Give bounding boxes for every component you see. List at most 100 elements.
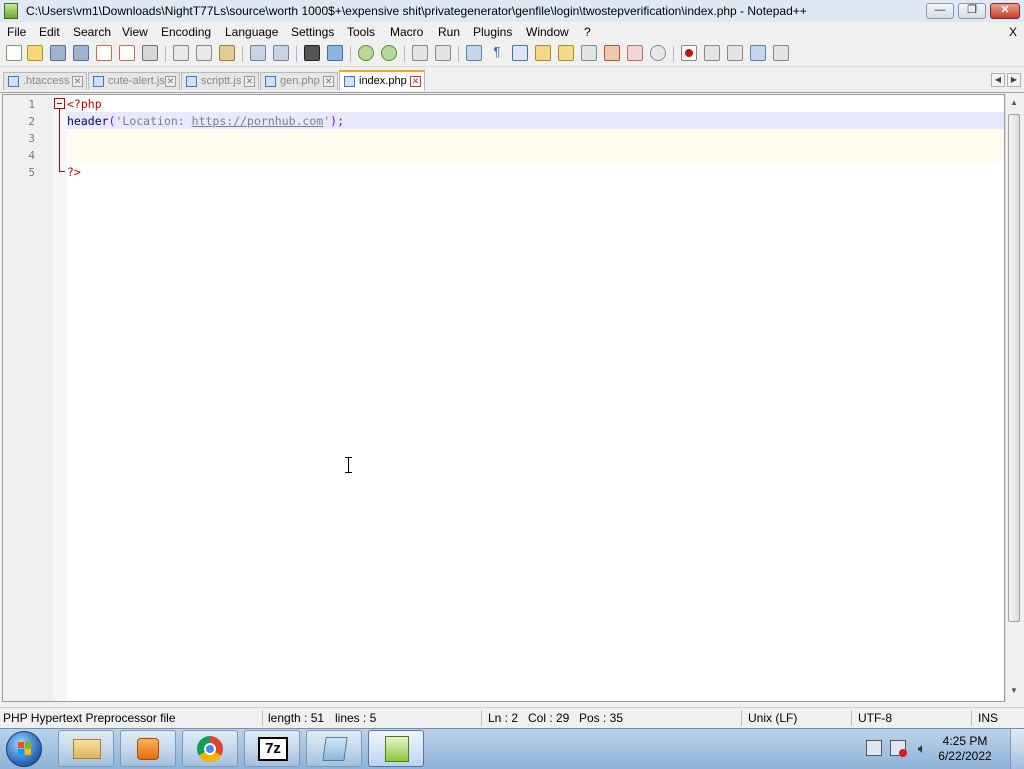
cut-icon[interactable]: [173, 45, 189, 61]
scrollbar-thumb[interactable]: [1008, 114, 1020, 622]
menu-language[interactable]: Language: [225, 25, 278, 39]
taskbar-7zip[interactable]: 7z: [244, 730, 300, 767]
network-icon[interactable]: [890, 740, 907, 757]
volume-icon[interactable]: 🔈︎: [914, 740, 930, 756]
new-file-icon[interactable]: [6, 45, 22, 61]
stop-macro-icon[interactable]: [704, 45, 720, 61]
tab-close-icon[interactable]: ✕: [165, 76, 176, 87]
taskbar-media-player[interactable]: [120, 730, 176, 767]
status-lines: lines : 5: [335, 711, 377, 725]
minimize-button[interactable]: —: [926, 3, 954, 19]
sync-vertical-icon[interactable]: [412, 45, 428, 61]
toolbar-separator: [350, 46, 351, 62]
toolbar-separator: [404, 46, 405, 62]
language-user-icon[interactable]: [535, 45, 551, 61]
close-file-icon[interactable]: [96, 45, 112, 61]
copy-icon[interactable]: [196, 45, 212, 61]
toolbar: ¶: [0, 42, 1024, 67]
monitoring-eye-icon[interactable]: [650, 45, 666, 61]
tab-close-icon[interactable]: ✕: [323, 76, 334, 87]
close-button[interactable]: ✕: [990, 3, 1020, 19]
menu-encoding[interactable]: Encoding: [161, 25, 211, 39]
zoom-in-icon[interactable]: [358, 45, 374, 61]
status-separator: [741, 710, 742, 726]
sync-horizontal-icon[interactable]: [435, 45, 451, 61]
print-icon[interactable]: [142, 45, 158, 61]
document-icon: [8, 76, 19, 87]
status-eol[interactable]: Unix (LF): [748, 711, 797, 725]
status-separator: [851, 710, 852, 726]
close-document-x[interactable]: X: [1009, 25, 1017, 39]
tab-close-icon[interactable]: ✕: [410, 76, 421, 87]
tab-close-icon[interactable]: ✕: [244, 76, 255, 87]
tab-bar: .htaccess ✕ cute-alert.js ✕ scriptt.js ✕…: [0, 70, 1024, 93]
fold-line: [59, 109, 60, 171]
find-icon[interactable]: [304, 45, 320, 61]
open-file-icon[interactable]: [27, 45, 43, 61]
record-macro-icon[interactable]: [681, 45, 697, 61]
scroll-up-icon[interactable]: ▲: [1007, 96, 1021, 110]
start-button[interactable]: [6, 731, 42, 767]
show-all-chars-icon[interactable]: ¶: [489, 45, 505, 61]
save-icon[interactable]: [50, 45, 66, 61]
menu-settings[interactable]: Settings: [291, 25, 334, 39]
taskbar-notepadpp[interactable]: [368, 730, 424, 767]
line-number: 4: [28, 149, 35, 162]
taskbar-chrome[interactable]: [182, 730, 238, 767]
tab-index-php[interactable]: index.php ✕: [339, 70, 425, 91]
taskbar-explorer[interactable]: [58, 730, 114, 767]
paste-icon[interactable]: [219, 45, 235, 61]
indent-guide-icon[interactable]: [512, 45, 528, 61]
vertical-scrollbar[interactable]: ▲ ▼: [1005, 94, 1022, 702]
save-macro-icon[interactable]: [773, 45, 789, 61]
function-list-icon[interactable]: [581, 45, 597, 61]
status-file-type: PHP Hypertext Preprocessor file: [3, 711, 176, 725]
doc-map-icon[interactable]: [558, 45, 574, 61]
close-all-icon[interactable]: [119, 45, 135, 61]
replace-icon[interactable]: [327, 45, 343, 61]
menu-run[interactable]: Run: [438, 25, 460, 39]
taskbar-notepad[interactable]: [306, 730, 362, 767]
url-link[interactable]: https://pornhub.com: [192, 114, 324, 128]
document-icon: [93, 76, 104, 87]
menu-window[interactable]: Window: [526, 25, 569, 39]
tab-scriptt-js[interactable]: scriptt.js ✕: [181, 72, 259, 90]
text-editor[interactable]: 1 2 3 4 5 <?php header('Location: https:…: [2, 94, 1005, 702]
folder-workspace-icon[interactable]: [604, 45, 620, 61]
tab-scroll-left-icon[interactable]: ◀: [991, 73, 1005, 87]
chrome-icon: [197, 736, 223, 762]
save-all-icon[interactable]: [73, 45, 89, 61]
menu-macro[interactable]: Macro: [390, 25, 423, 39]
run-macro-multiple-icon[interactable]: [750, 45, 766, 61]
menu-plugins[interactable]: Plugins: [473, 25, 512, 39]
word-wrap-icon[interactable]: [466, 45, 482, 61]
tab-close-icon[interactable]: ✕: [72, 76, 83, 87]
toolbar-separator: [673, 46, 674, 62]
menu-help[interactable]: ?: [584, 25, 591, 39]
restore-button[interactable]: ❐: [958, 3, 986, 19]
menu-edit[interactable]: Edit: [39, 25, 60, 39]
clock[interactable]: 4:25 PM 6/22/2022: [930, 734, 1000, 764]
menu-tools[interactable]: Tools: [347, 25, 375, 39]
text-cursor-icon: [345, 457, 352, 473]
zoom-out-icon[interactable]: [381, 45, 397, 61]
tab-gen-php[interactable]: gen.php ✕: [260, 72, 338, 90]
fold-collapse-icon[interactable]: [54, 98, 65, 109]
tab-htaccess[interactable]: .htaccess ✕: [3, 72, 87, 90]
tab-label: gen.php: [280, 75, 320, 87]
show-desktop-button[interactable]: [1010, 729, 1024, 769]
tab-cute-alert-js[interactable]: cute-alert.js ✕: [88, 72, 180, 90]
play-macro-icon[interactable]: [727, 45, 743, 61]
document-icon: [186, 76, 197, 87]
menu-search[interactable]: Search: [73, 25, 111, 39]
status-encoding[interactable]: UTF-8: [858, 711, 892, 725]
scroll-down-icon[interactable]: ▼: [1007, 684, 1021, 698]
menu-view[interactable]: View: [122, 25, 148, 39]
undo-icon[interactable]: [250, 45, 266, 61]
tab-scroll-right-icon[interactable]: ▶: [1007, 73, 1021, 87]
action-center-icon[interactable]: [866, 740, 882, 756]
title-bar[interactable]: C:\Users\vm1\Downloads\NightT77Ls\source…: [0, 0, 1024, 23]
project-panel-icon[interactable]: [627, 45, 643, 61]
menu-file[interactable]: File: [7, 25, 26, 39]
redo-icon[interactable]: [273, 45, 289, 61]
